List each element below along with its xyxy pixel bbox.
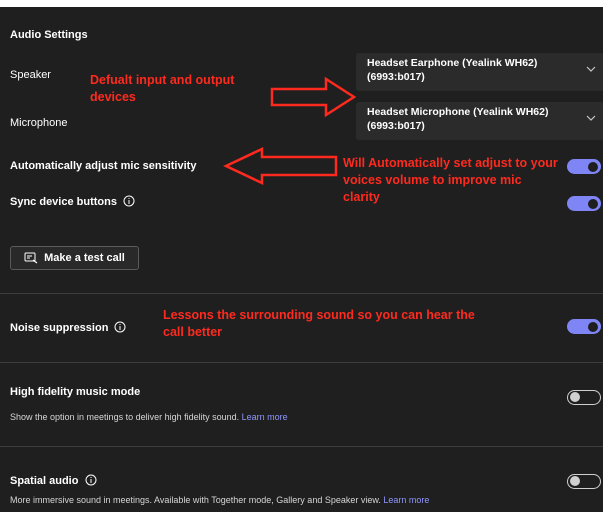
high-fidelity-learn-more-link[interactable]: Learn more xyxy=(242,412,288,422)
annotation-auto-adjust: Will Automatically set adjust to your vo… xyxy=(343,156,558,204)
noise-suppression-toggle[interactable] xyxy=(567,319,601,334)
sync-device-buttons-label: Sync device buttons xyxy=(10,196,117,208)
info-icon[interactable] xyxy=(123,195,135,207)
divider xyxy=(0,446,603,447)
test-call-icon xyxy=(24,252,38,264)
spatial-audio-toggle[interactable] xyxy=(567,474,601,489)
microphone-label: Microphone xyxy=(10,117,68,129)
annotation-noise: Lessons the surrounding sound so you can… xyxy=(163,308,475,339)
make-test-call-button[interactable]: Make a test call xyxy=(10,246,139,270)
make-test-call-label: Make a test call xyxy=(44,252,125,264)
chevron-down-icon xyxy=(586,115,596,121)
arrow-icon xyxy=(223,147,338,185)
sync-device-buttons-row: Sync device buttons xyxy=(10,195,135,208)
microphone-device-value: Headset Microphone (Yealink WH62) (6993:… xyxy=(367,106,549,132)
annotation-devices: Defualt input and output devices xyxy=(90,73,235,104)
spatial-audio-description-row: More immersive sound in meetings. Availa… xyxy=(10,495,429,505)
speaker-label: Speaker xyxy=(10,69,51,81)
auto-adjust-label: Automatically adjust mic sensitivity xyxy=(10,160,197,172)
speaker-device-value: Headset Earphone (Yealink WH62) (6993:b0… xyxy=(367,57,538,83)
spatial-audio-description: More immersive sound in meetings. Availa… xyxy=(10,495,381,505)
high-fidelity-description: Show the option in meetings to deliver h… xyxy=(10,412,240,422)
speaker-dropdown[interactable]: Headset Earphone (Yealink WH62) (6993:b0… xyxy=(356,53,603,91)
high-fidelity-label: High fidelity music mode xyxy=(10,386,141,398)
arrow-icon xyxy=(270,76,357,118)
spatial-audio-learn-more-link[interactable]: Learn more xyxy=(383,495,429,505)
audio-settings-panel: Audio Settings Speaker Headset Earphone … xyxy=(0,7,603,512)
divider xyxy=(0,362,603,363)
divider xyxy=(0,293,603,294)
auto-adjust-toggle[interactable] xyxy=(567,159,601,174)
chevron-down-icon xyxy=(586,66,596,72)
microphone-dropdown[interactable]: Headset Microphone (Yealink WH62) (6993:… xyxy=(356,102,603,140)
noise-suppression-row: Noise suppression xyxy=(10,321,126,334)
high-fidelity-toggle[interactable] xyxy=(567,390,601,405)
info-icon[interactable] xyxy=(114,321,126,333)
spatial-audio-label: Spatial audio xyxy=(10,475,79,487)
info-icon[interactable] xyxy=(85,474,97,486)
spatial-audio-row: Spatial audio xyxy=(10,474,97,487)
high-fidelity-description-row: Show the option in meetings to deliver h… xyxy=(10,412,288,422)
section-title: Audio Settings xyxy=(10,29,88,41)
sync-device-buttons-toggle[interactable] xyxy=(567,196,601,211)
noise-suppression-label: Noise suppression xyxy=(10,322,109,334)
